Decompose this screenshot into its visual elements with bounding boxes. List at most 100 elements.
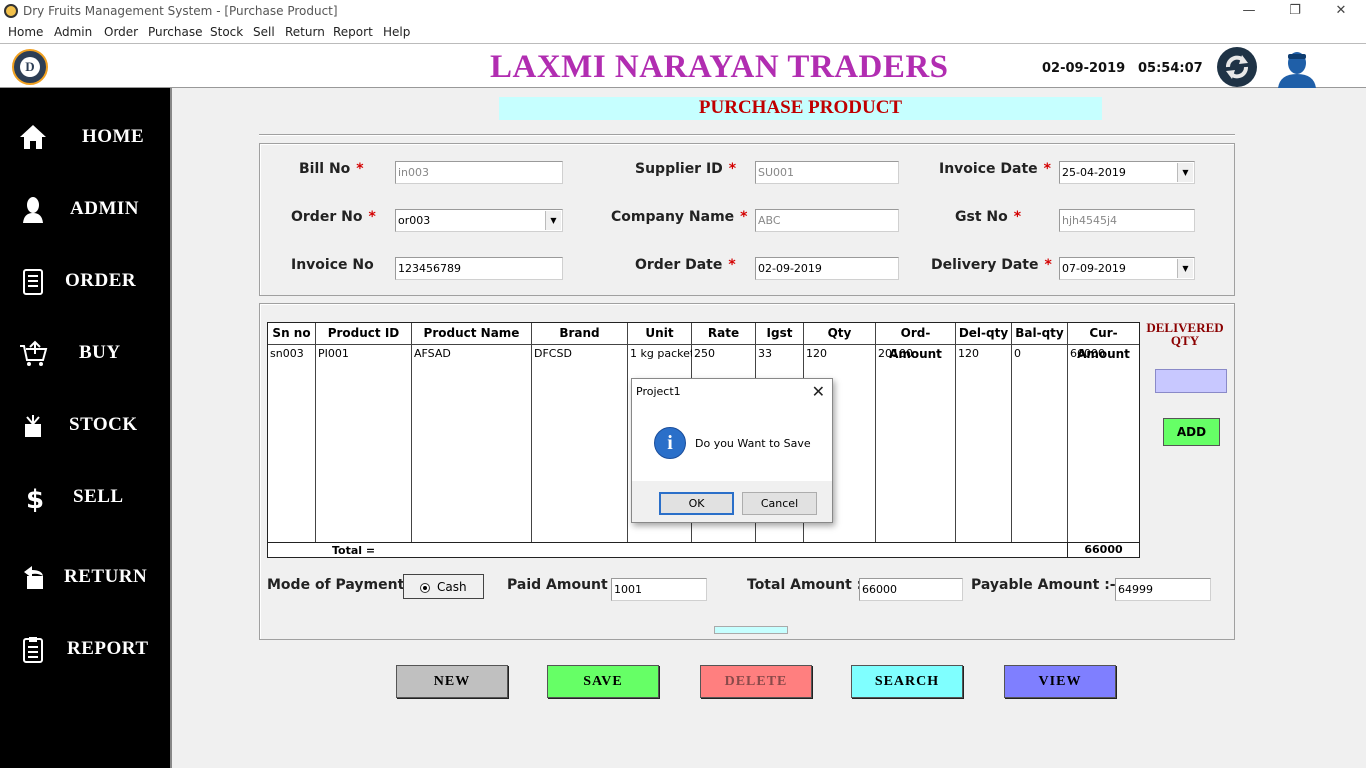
app-header: D LAXMI NARAYAN TRADERS 02-09-2019 05:54…	[0, 43, 1366, 88]
menu-order[interactable]: Order	[104, 25, 138, 39]
col-header-igst[interactable]: Igst	[756, 323, 804, 345]
bill-no-input[interactable]: in003	[395, 161, 563, 184]
sidebar-label-buy: BUY	[79, 342, 121, 363]
col-header-sn-no[interactable]: Sn no	[268, 323, 316, 345]
sidebar-item-admin[interactable]: ADMIN	[0, 186, 170, 230]
home-icon	[20, 125, 46, 149]
total-label: Total =	[332, 544, 376, 557]
sidebar-item-home[interactable]: HOME	[0, 114, 170, 158]
chevron-down-icon[interactable]: ▼	[1177, 163, 1193, 182]
header-time: 05:54:07	[1138, 61, 1203, 76]
cell-igst[interactable]: 33	[756, 347, 804, 360]
cell-bal-qty[interactable]: 0	[1012, 347, 1068, 360]
view-button[interactable]: VIEW	[1004, 665, 1116, 698]
minimize-button[interactable]: —	[1226, 0, 1272, 23]
menu-help[interactable]: Help	[383, 25, 410, 39]
delete-button[interactable]: DELETE	[700, 665, 812, 698]
menu-bar: Home Admin Order Purchase Stock Sell Ret…	[0, 23, 1366, 42]
col-header-cur-amount[interactable]: Cur-Amount	[1068, 323, 1139, 361]
cash-radio[interactable]	[420, 583, 430, 593]
cell-ord-amount[interactable]: 20100	[876, 347, 956, 360]
user-avatar-icon[interactable]	[1274, 48, 1320, 88]
sidebar-item-report[interactable]: REPORT	[0, 626, 170, 670]
sidebar-item-stock[interactable]: STOCK	[0, 402, 170, 446]
menu-purchase[interactable]: Purchase	[148, 25, 203, 39]
cell-del-qty[interactable]: 120	[956, 347, 1012, 360]
col-header-ord-amount[interactable]: Ord-Amount	[876, 323, 956, 361]
total-amount-input[interactable]: 66000	[859, 578, 963, 601]
paid-amount-input[interactable]: 1001	[611, 578, 707, 601]
col-header-del-qty[interactable]: Del-qty	[956, 323, 1012, 345]
delivered-qty-input[interactable]	[1155, 369, 1227, 393]
col-header-qty[interactable]: Qty	[804, 323, 876, 345]
dialog-body: i Do you Want to Save	[632, 405, 832, 481]
supplier-id-input[interactable]: SU001	[755, 161, 899, 184]
chevron-down-icon[interactable]: ▼	[1177, 259, 1193, 278]
invoice-no-input[interactable]: 123456789	[395, 257, 563, 280]
total-amount-label: Total Amount :-	[747, 577, 869, 593]
cash-radio-label[interactable]: Cash	[437, 580, 467, 594]
col-header-rate[interactable]: Rate	[692, 323, 756, 345]
sidebar-item-return[interactable]: RETURN	[0, 554, 170, 598]
payable-amount-input[interactable]: 64999	[1115, 578, 1211, 601]
invoice-date-picker[interactable]: 25-04-2019 ▼	[1059, 161, 1195, 184]
cell-qty[interactable]: 120	[804, 347, 876, 360]
cell-product-name[interactable]: AFSAD	[412, 347, 532, 360]
dialog-close-icon[interactable]: ✕	[812, 382, 825, 401]
cell-product-id[interactable]: PI001	[316, 347, 412, 360]
sidebar-label-report: REPORT	[67, 638, 149, 659]
menu-home[interactable]: Home	[8, 25, 43, 39]
sidebar-item-order[interactable]: ORDER	[0, 258, 170, 302]
menu-report[interactable]: Report	[333, 25, 373, 39]
menu-return[interactable]: Return	[285, 25, 325, 39]
cell-sn-no[interactable]: sn003	[268, 347, 316, 360]
col-header-product-id[interactable]: Product ID	[316, 323, 412, 345]
company-name-input[interactable]: ABC	[755, 209, 899, 232]
cell-rate[interactable]: 250	[692, 347, 756, 360]
chevron-down-icon[interactable]: ▼	[545, 211, 561, 230]
delivery-date-picker[interactable]: 07-09-2019 ▼	[1059, 257, 1195, 280]
paid-amount-label: Paid Amount :-	[507, 577, 624, 593]
total-value: 66000	[1067, 543, 1139, 558]
dialog-title: Project1	[636, 385, 681, 398]
col-header-bal-qty[interactable]: Bal-qty	[1012, 323, 1068, 345]
app-icon	[4, 4, 18, 18]
invoice-date-label: Invoice Date *	[939, 161, 1051, 177]
order-date-input[interactable]: 02-09-2019	[755, 257, 899, 280]
save-button[interactable]: SAVE	[547, 665, 659, 698]
menu-sell[interactable]: Sell	[253, 25, 275, 39]
logo-letter: D	[20, 57, 40, 77]
delivery-date-value: 07-09-2019	[1062, 262, 1126, 275]
sidebar-label-admin: ADMIN	[70, 198, 139, 219]
order-no-value: or003	[398, 214, 431, 227]
restore-button[interactable]: ❐	[1272, 0, 1318, 23]
save-confirm-dialog: Project1 ✕ i Do you Want to Save OK Canc…	[631, 378, 833, 523]
order-no-select[interactable]: or003 ▼	[395, 209, 563, 232]
cell-cur-amount[interactable]: 66000	[1068, 347, 1139, 360]
sidebar-item-buy[interactable]: BUY	[0, 330, 170, 374]
gst-no-input[interactable]: hjh4545j4	[1059, 209, 1195, 232]
info-icon: i	[654, 427, 686, 459]
stock-box-icon	[25, 415, 41, 437]
sidebar-item-sell[interactable]: $ SELL	[0, 474, 170, 518]
new-button[interactable]: NEW	[396, 665, 508, 698]
sidebar: HOME ADMIN ORDER BUY STOCK $ SELL RETURN…	[0, 88, 170, 768]
dialog-cancel-button[interactable]: Cancel	[742, 492, 817, 515]
search-button[interactable]: SEARCH	[851, 665, 963, 698]
cart-icon	[20, 340, 48, 366]
supplier-id-label: Supplier ID *	[635, 161, 737, 177]
dialog-ok-button[interactable]: OK	[659, 492, 734, 515]
menu-admin[interactable]: Admin	[54, 25, 92, 39]
gst-no-label: Gst No *	[955, 209, 1022, 225]
cell-brand[interactable]: DFCSD	[532, 347, 628, 360]
cell-unit[interactable]: 1 kg packets	[628, 347, 692, 360]
col-header-brand[interactable]: Brand	[532, 323, 628, 345]
company-name: LAXMI NARAYAN TRADERS	[490, 49, 949, 85]
bill-no-label: Bill No *	[299, 161, 364, 177]
refresh-icon[interactable]	[1217, 47, 1257, 87]
close-window-button[interactable]: ✕	[1318, 0, 1364, 23]
menu-stock[interactable]: Stock	[210, 25, 243, 39]
col-header-unit[interactable]: Unit	[628, 323, 692, 345]
add-button[interactable]: ADD	[1163, 418, 1220, 446]
col-header-product-name[interactable]: Product Name	[412, 323, 532, 345]
